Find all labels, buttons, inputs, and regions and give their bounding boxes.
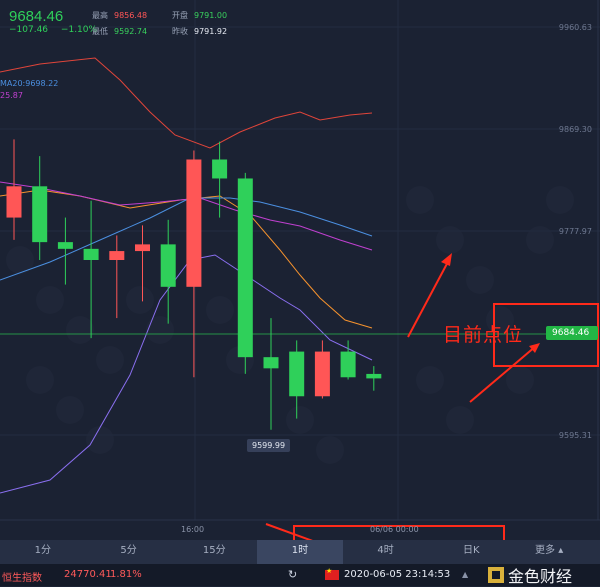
datetime: 2020-06-05 23:14:53 bbox=[344, 569, 451, 580]
map-dot-15 bbox=[466, 266, 494, 294]
candle-body-1 bbox=[32, 186, 48, 243]
low-price-marker: 9599.99 bbox=[247, 439, 291, 452]
tab-15min[interactable]: 15分 bbox=[171, 540, 257, 564]
tab-daily[interactable]: 日K bbox=[428, 540, 514, 564]
brand-logo: 金色财经 bbox=[488, 564, 572, 586]
map-dot-18 bbox=[446, 406, 474, 434]
candle-body-14 bbox=[366, 373, 382, 379]
ma20-label: MA20:9698.22 bbox=[0, 79, 59, 88]
stat-open-value: 9791.00 bbox=[194, 11, 228, 20]
stat-low: 最低 9592.74 bbox=[92, 26, 147, 37]
candle-body-13 bbox=[340, 351, 356, 378]
stat-prev-close: 昨收 9791.92 bbox=[172, 26, 227, 37]
candle-body-7 bbox=[186, 159, 202, 287]
brand-mark-icon bbox=[488, 567, 504, 583]
map-dot-6 bbox=[86, 426, 114, 454]
map-dot-20 bbox=[526, 226, 554, 254]
index-percent: 1.81% bbox=[110, 569, 142, 580]
tab-5min[interactable]: 5分 bbox=[86, 540, 172, 564]
candle-body-9 bbox=[237, 178, 253, 358]
expand-up-icon[interactable]: ▲ bbox=[462, 570, 468, 579]
candle-body-6 bbox=[160, 244, 176, 287]
candle-body-8 bbox=[212, 159, 228, 179]
map-dot-8 bbox=[146, 316, 174, 344]
map-dot-14 bbox=[436, 226, 464, 254]
candle-body-5 bbox=[135, 244, 150, 252]
x-tick-2: 06/06 00:00 bbox=[370, 525, 419, 534]
stat-high-value: 9856.48 bbox=[114, 11, 148, 20]
annotation-text: 目前点位 bbox=[443, 324, 524, 346]
map-dot-17 bbox=[416, 366, 444, 394]
ma-blue-line bbox=[0, 197, 373, 281]
stat-open-label: 开盘 bbox=[172, 11, 188, 20]
stat-high: 最高 9856.48 bbox=[92, 10, 147, 21]
map-dot-13 bbox=[406, 186, 434, 214]
map-dot-1 bbox=[36, 286, 64, 314]
map-dot-9 bbox=[206, 296, 234, 324]
stat-high-label: 最高 bbox=[92, 11, 108, 20]
tab-4h[interactable]: 4时 bbox=[343, 540, 429, 564]
candle-body-4 bbox=[109, 251, 125, 261]
candle-body-10 bbox=[263, 357, 279, 369]
stat-low-value: 9592.74 bbox=[114, 27, 148, 36]
timeframe-bar: 1分 5分 15分 1时 4时 日K 更多 ▴ bbox=[0, 540, 600, 564]
y-tick-2: 9869.30 bbox=[558, 125, 592, 134]
y-tick-1: 9960.63 bbox=[558, 23, 592, 32]
stat-prev-close-value: 9791.92 bbox=[194, 27, 228, 36]
candle-body-3 bbox=[83, 248, 99, 261]
map-dot-3 bbox=[96, 346, 124, 374]
bollinger-upper-line bbox=[0, 57, 373, 149]
candle-body-0 bbox=[6, 186, 22, 218]
tab-1min[interactable]: 1分 bbox=[0, 540, 86, 564]
kline-chart[interactable] bbox=[0, 0, 600, 540]
candle-body-12 bbox=[314, 351, 330, 397]
map-dot-11 bbox=[286, 406, 314, 434]
price-change: −107.46 −1.10% bbox=[9, 25, 97, 35]
tab-1h[interactable]: 1时 bbox=[257, 540, 343, 564]
map-dot-7 bbox=[126, 286, 154, 314]
map-dot-21 bbox=[546, 186, 574, 214]
chart-area[interactable] bbox=[0, 0, 600, 540]
index-value: 24770.41 bbox=[64, 569, 112, 580]
annotation-arrowhead-1 bbox=[441, 253, 452, 266]
candle-body-2 bbox=[57, 242, 73, 249]
candle-body-11 bbox=[289, 351, 305, 397]
y-tick-4: 9595.31 bbox=[558, 431, 592, 440]
china-flag-icon bbox=[325, 567, 339, 580]
current-price-tag: 9684.46 bbox=[546, 326, 598, 340]
stat-prev-close-label: 昨收 bbox=[172, 27, 188, 36]
refresh-icon[interactable]: ↻ bbox=[288, 568, 297, 581]
map-dot-4 bbox=[26, 366, 54, 394]
map-dot-12 bbox=[316, 436, 344, 464]
current-price: 9684.46 bbox=[9, 8, 64, 25]
map-dot-2 bbox=[66, 316, 94, 344]
map-dot-19 bbox=[506, 366, 534, 394]
change-value: −107.46 bbox=[9, 25, 49, 35]
y-tick-3: 9777.97 bbox=[558, 227, 592, 236]
brand-name: 金色财经 bbox=[508, 567, 573, 586]
ma-partial-label: 25.87 bbox=[0, 91, 23, 100]
stat-open: 开盘 9791.00 bbox=[172, 10, 227, 21]
map-dot-5 bbox=[56, 396, 84, 424]
index-name[interactable]: 恒生指数 bbox=[2, 569, 42, 584]
more-timeframes-button[interactable]: 更多 ▴ bbox=[514, 540, 584, 564]
x-tick-1: 16:00 bbox=[181, 525, 205, 534]
stat-low-label: 最低 bbox=[92, 27, 108, 36]
